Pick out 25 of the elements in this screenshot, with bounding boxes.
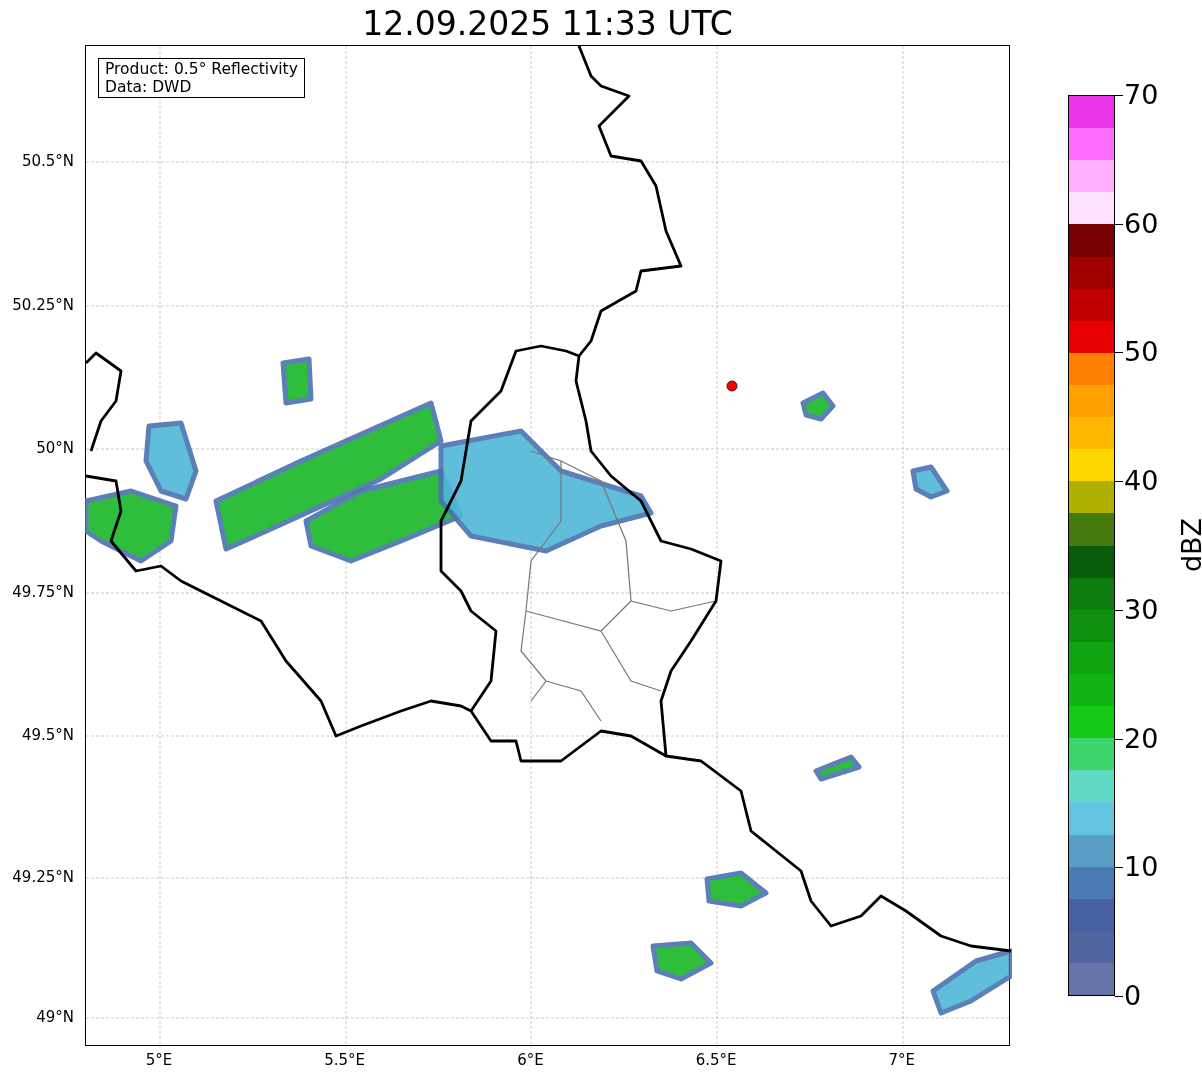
colorbar-tick-label: 50	[1124, 337, 1159, 368]
colorbar-tick-label: 40	[1124, 466, 1159, 497]
colorbar-tick-label: 20	[1124, 723, 1159, 754]
colorbar-tick-label: 70	[1124, 80, 1159, 110]
longitude-label: 6°E	[517, 1051, 544, 1069]
latitude-label: 50°N	[36, 439, 74, 457]
location-marker	[726, 380, 738, 392]
latitude-label: 49.5°N	[21, 726, 74, 744]
longitude-label: 5.5°E	[324, 1051, 366, 1069]
latitude-label: 49.25°N	[12, 868, 74, 886]
colorbar-label: dBZ	[1177, 517, 1202, 573]
colorbar-tick-label: 60	[1124, 208, 1159, 239]
chart-title: 12.09.2025 11:33 UTC	[361, 3, 734, 45]
longitude-label: 7°E	[888, 1051, 916, 1069]
longitude-label: 5°E	[145, 1051, 173, 1069]
colorbar-tick-label: 10	[1124, 852, 1159, 883]
legend-text: Product: 0.5° Reflectivity	[105, 60, 298, 78]
longitude-label: 6.5°E	[695, 1051, 737, 1069]
legend-text: Data: DWD	[105, 78, 193, 96]
colorbar-tick-label: 0	[1124, 981, 1142, 1011]
colorbar-tick-label: 30	[1124, 594, 1159, 625]
latitude-label: 50.25°N	[12, 296, 74, 314]
latitude-label: 50.5°N	[21, 152, 74, 170]
latitude-label: 49.75°N	[12, 583, 74, 601]
latitude-label: 49°N	[36, 1008, 74, 1026]
